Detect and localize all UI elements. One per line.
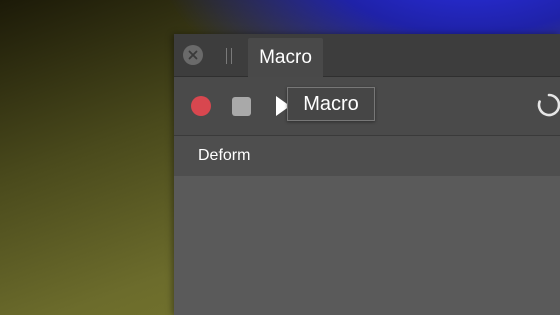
- section-header-deform[interactable]: Deform: [174, 136, 560, 176]
- tooltip-text: Macro: [303, 92, 359, 115]
- stop-icon[interactable]: [232, 97, 251, 116]
- panel-tab-bar: Macro: [174, 34, 560, 77]
- macro-panel: Macro Macro Deform: [174, 34, 560, 315]
- macro-toolbar: Macro: [174, 77, 560, 136]
- panel-content-area: [174, 176, 560, 315]
- drag-grip-icon[interactable]: [226, 48, 232, 64]
- section-label: Deform: [198, 147, 251, 164]
- close-icon[interactable]: [183, 45, 203, 65]
- loading-spinner-icon: [536, 92, 560, 118]
- tab-macro-label: Macro: [259, 46, 312, 68]
- record-icon[interactable]: [191, 96, 211, 116]
- tab-macro[interactable]: Macro: [248, 38, 323, 77]
- tooltip: Macro: [287, 87, 375, 121]
